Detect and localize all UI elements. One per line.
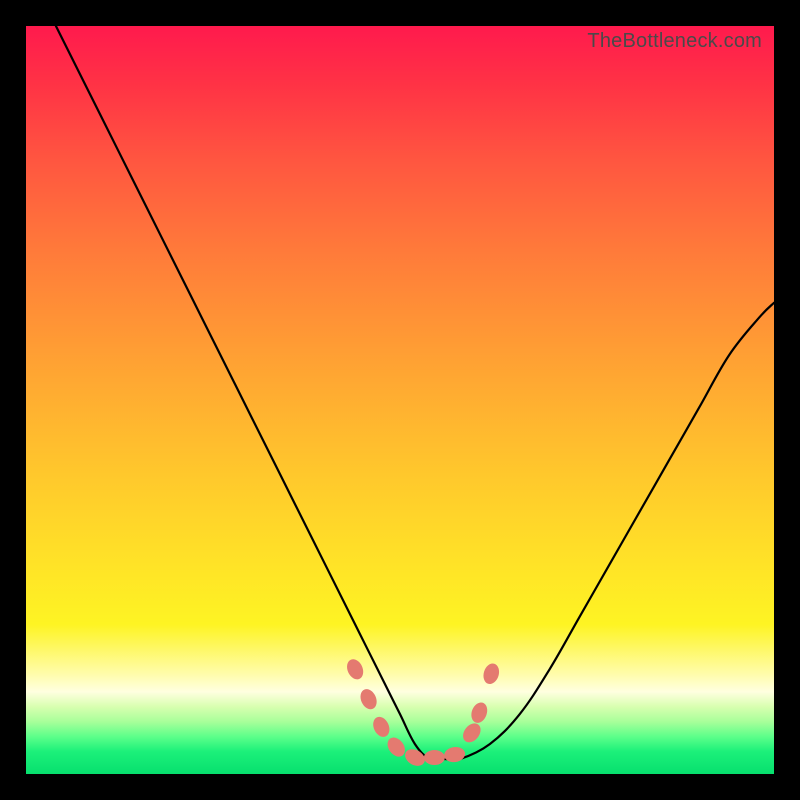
curve-marker: [357, 687, 379, 712]
plot-area: TheBottleneck.com: [26, 26, 774, 774]
curve-layer: [26, 26, 774, 774]
curve-marker: [344, 657, 366, 682]
curve-marker: [481, 662, 502, 686]
chart-frame: TheBottleneck.com: [0, 0, 800, 800]
curve-marker: [469, 700, 490, 725]
curve-marker: [384, 734, 409, 760]
curve-marker: [370, 714, 392, 739]
curve-marker: [424, 750, 445, 765]
curve-marker: [459, 720, 484, 746]
curve-marker: [443, 746, 466, 764]
bottleneck-curve: [56, 26, 774, 760]
